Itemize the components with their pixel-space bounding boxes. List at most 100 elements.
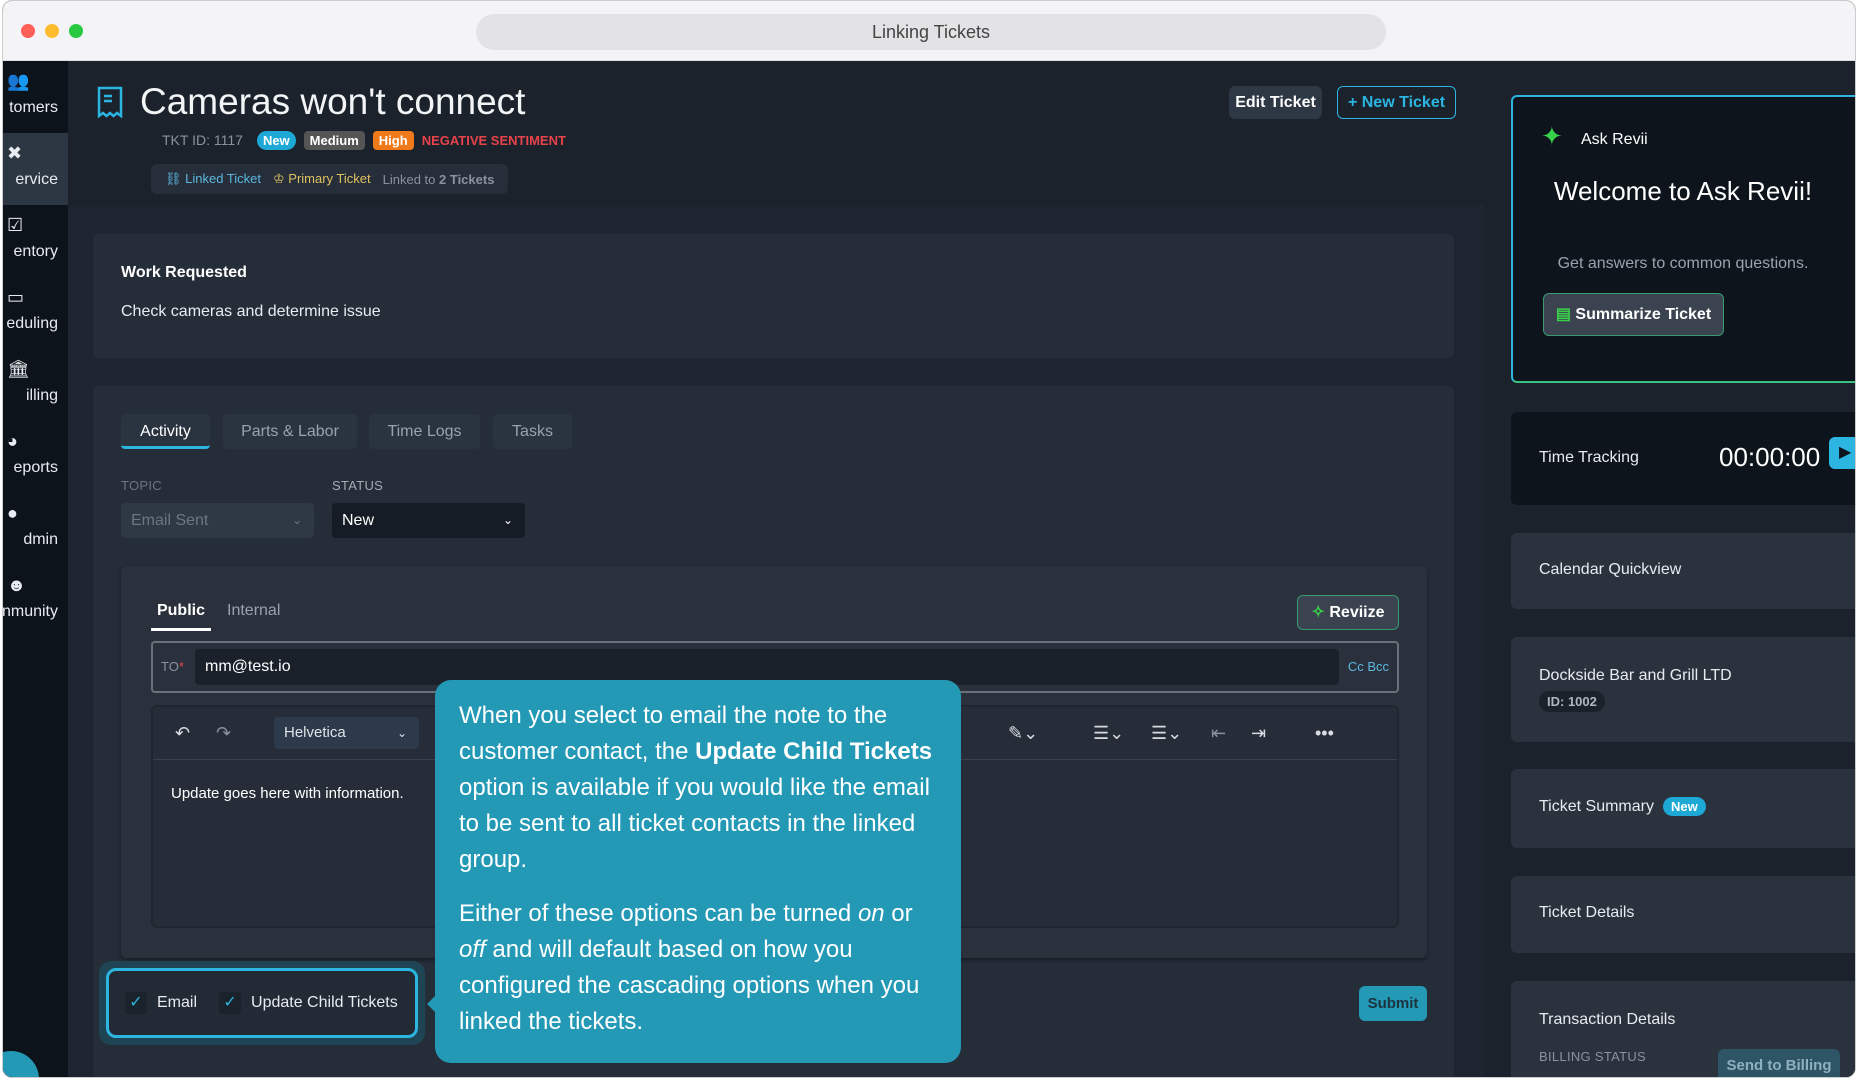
play-button[interactable]: ▶ xyxy=(1829,437,1855,469)
update-child-tickets-label: Update Child Tickets xyxy=(251,994,398,1011)
edit-ticket-button[interactable]: Edit Ticket xyxy=(1229,86,1322,119)
redo-icon[interactable]: ↷ xyxy=(216,723,231,744)
font-select[interactable]: Helvetica ⌄ xyxy=(274,717,419,749)
welcome-heading: Welcome to Ask Revii! xyxy=(1553,176,1813,206)
sidebar-item-label: illing xyxy=(25,387,58,404)
reviize-button[interactable]: ✧ Reviize xyxy=(1297,595,1399,630)
sidebar-item-scheduling[interactable]: ▭ eduling xyxy=(3,277,68,349)
sidebar-item-customers[interactable]: 👥 tomers xyxy=(3,61,68,133)
receipt-icon xyxy=(97,86,123,119)
sidebar-item-reports[interactable]: ◕ eports xyxy=(3,421,68,493)
chevron-down-icon: ⌄ xyxy=(396,726,407,740)
crown-icon: ♔ xyxy=(273,171,289,186)
tab-tasks[interactable]: Tasks xyxy=(493,414,572,449)
cc-bcc-link[interactable]: Cc Bcc xyxy=(1348,659,1389,674)
link-icon: ⛓ xyxy=(165,171,186,186)
outdent-icon[interactable]: ⇤ xyxy=(1211,723,1226,744)
tab-time-logs[interactable]: Time Logs xyxy=(369,414,480,449)
tab-activity[interactable]: Activity xyxy=(121,414,210,449)
sidebar-item-billing[interactable]: 🏛 illing xyxy=(3,349,68,421)
ticket-summary-card[interactable]: Ticket Summary New xyxy=(1511,769,1855,848)
work-requested-card: Work Requested Check cameras and determi… xyxy=(93,234,1454,358)
more-icon[interactable]: ••• xyxy=(1315,723,1334,744)
topic-select[interactable]: Email Sent ⌄ xyxy=(121,503,314,538)
billing-status-label: BILLING STATUS xyxy=(1539,1049,1647,1064)
page-title: Cameras won't connect xyxy=(140,81,526,122)
calendar-quickview-card[interactable]: Calendar Quickview xyxy=(1511,533,1855,609)
email-checkbox[interactable]: ✓ xyxy=(125,992,147,1014)
ask-revii-panel: ✦ Ask Revii Welcome to Ask Revii! Get an… xyxy=(1511,95,1855,383)
sidebar: 👥 tomers ✖ ervice ☑ entory ▭ eduling 🏛 illing… xyxy=(3,61,68,1077)
close-window-button[interactable] xyxy=(21,24,35,38)
summarize-ticket-button[interactable]: ▤ Summarize Ticket xyxy=(1543,293,1724,336)
linked-count[interactable]: 2 Tickets xyxy=(439,172,494,187)
sidebar-item-service[interactable]: ✖ ervice xyxy=(3,133,68,205)
customer-card[interactable]: Dockside Bar and Grill LTD ID: 1002 xyxy=(1511,637,1855,742)
highlight-icon[interactable]: ✎⌄ xyxy=(1008,723,1038,744)
pie-chart-icon: ◕ xyxy=(7,431,18,451)
sidebar-item-label: eduling xyxy=(6,315,58,332)
ticket-summary-label: Ticket Summary xyxy=(1539,798,1654,815)
submit-button[interactable]: Submit xyxy=(1359,986,1427,1021)
sidebar-item-community[interactable]: ☻ nmunity xyxy=(3,565,68,637)
app-window: Linking Tickets 👥 tomers ✖ ervice ☑ entory … xyxy=(2,0,1856,1078)
sidebar-item-label: nmunity xyxy=(2,603,58,620)
ticket-details-card[interactable]: Ticket Details xyxy=(1511,876,1855,953)
undo-icon[interactable]: ↶ xyxy=(175,723,190,744)
ticket-details-label: Ticket Details xyxy=(1539,904,1635,921)
compose-tab-internal[interactable]: Internal xyxy=(227,602,280,620)
update-child-tickets-checkbox[interactable]: ✓ xyxy=(219,992,242,1014)
tooltip-paragraph-2: Either of these options can be turned on… xyxy=(459,900,920,1035)
status-badge: New xyxy=(256,130,296,150)
ordered-list-icon[interactable]: ☰⌄ xyxy=(1093,723,1124,744)
customer-id-badge: ID: 1002 xyxy=(1539,691,1605,712)
time-tracking-label: Time Tracking xyxy=(1539,449,1639,466)
chevron-down-icon: ⌄ xyxy=(291,513,302,527)
title-bar: Linking Tickets xyxy=(3,1,1855,61)
priority-badge: Medium xyxy=(303,130,365,150)
topic-label: TOPIC xyxy=(121,478,162,493)
receipt-icon: ▤ xyxy=(1555,306,1576,323)
ask-revii-title: Ask Revii xyxy=(1581,131,1648,148)
tooltip: When you select to email the note to the… xyxy=(435,680,961,1063)
people-icon: 👥 xyxy=(7,71,30,91)
chevron-down-icon: ⌄ xyxy=(502,513,513,527)
transaction-details-label: Transaction Details xyxy=(1539,1011,1676,1028)
status-select[interactable]: New ⌄ xyxy=(332,503,525,538)
linked-ticket-label: Linked Ticket xyxy=(185,171,261,186)
compose-tab-public[interactable]: Public xyxy=(151,602,211,631)
topic-value: Email Sent xyxy=(131,512,209,529)
status-value: New xyxy=(342,512,375,529)
clipboard-check-icon: ☑ xyxy=(7,215,24,235)
reviize-label: Reviize xyxy=(1329,604,1385,621)
ticket-id: TKT ID: 1117 xyxy=(162,132,243,148)
editor-body[interactable]: Update goes here with information. xyxy=(171,785,404,802)
email-checkbox-label: Email xyxy=(157,994,198,1011)
send-to-billing-button[interactable]: Send to Billing xyxy=(1718,1049,1840,1077)
sidebar-item-inventory[interactable]: ☑ entory xyxy=(3,205,68,277)
help-button[interactable] xyxy=(3,1051,39,1077)
linked-to-label: Linked to xyxy=(382,171,436,187)
window-title: Linking Tickets xyxy=(476,14,1386,50)
minimize-window-button[interactable] xyxy=(45,24,59,38)
bullet-list-icon[interactable]: ☰⌄ xyxy=(1151,723,1182,744)
work-requested-text: Check cameras and determine issue xyxy=(121,303,381,320)
calendar-quickview-label: Calendar Quickview xyxy=(1539,561,1682,578)
new-ticket-button[interactable]: + New Ticket xyxy=(1337,86,1456,119)
tab-parts-labor[interactable]: Parts & Labor xyxy=(223,414,357,449)
play-icon: ▶ xyxy=(1839,444,1852,461)
indent-icon[interactable]: ⇥ xyxy=(1251,723,1266,744)
sidebar-item-label: ervice xyxy=(15,171,58,188)
admin-icon: ● xyxy=(7,503,18,523)
to-label: TO* xyxy=(161,659,184,674)
maximize-window-button[interactable] xyxy=(69,24,83,38)
summarize-ticket-label: Summarize Ticket xyxy=(1575,306,1712,323)
new-ticket-label: New Ticket xyxy=(1361,94,1446,111)
transaction-details-card[interactable]: Transaction Details BILLING STATUS Send … xyxy=(1511,981,1855,1077)
linked-ticket-link[interactable]: ⛓ Linked Ticket xyxy=(165,171,261,187)
customer-name: Dockside Bar and Grill LTD xyxy=(1539,667,1732,684)
sidebar-item-admin[interactable]: ● dmin xyxy=(3,493,68,565)
sparkle-icon: ✦ xyxy=(1541,121,1563,151)
status-label: STATUS xyxy=(332,478,384,493)
urgency-badge: High xyxy=(372,130,414,150)
